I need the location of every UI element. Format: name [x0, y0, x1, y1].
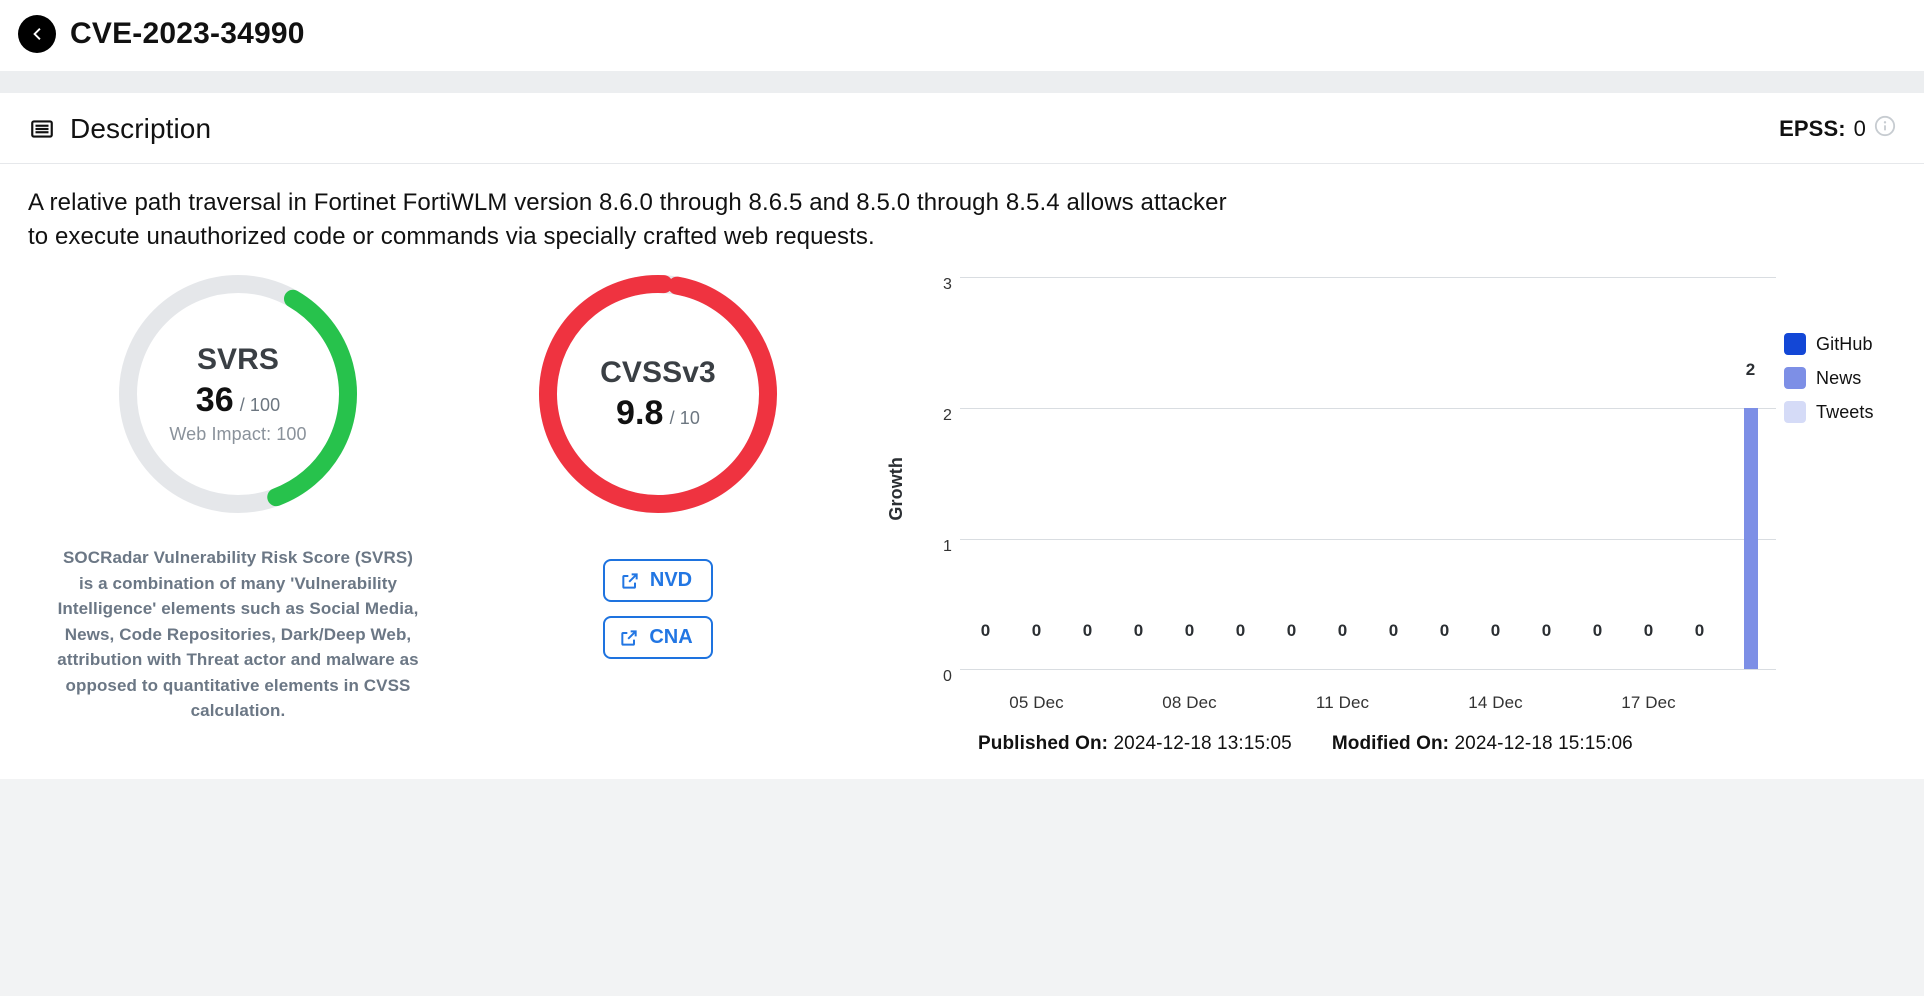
info-icon[interactable] [1874, 115, 1896, 143]
x-axis: 05 Dec08 Dec11 Dec14 Dec17 Dec [960, 669, 1776, 709]
published-label: Published On: [978, 733, 1108, 754]
svrs-gauge: SVRS 36 / 100 Web Impact: 100 [88, 269, 388, 519]
legend-swatch [1784, 367, 1806, 389]
svrs-title: SVRS [197, 343, 279, 377]
bar-value-label: 0 [1185, 621, 1195, 645]
bar-value-label: 0 [1644, 621, 1654, 645]
legend-item[interactable]: Tweets [1784, 401, 1896, 423]
bar-value-label: 0 [1440, 621, 1450, 645]
epss-indicator: EPSS: 0 [1779, 115, 1896, 143]
divider-strip [0, 71, 1924, 93]
svrs-sub: Web Impact: 100 [169, 424, 306, 445]
legend-swatch [1784, 333, 1806, 355]
legend-label: News [1816, 368, 1861, 389]
cvss-title: CVSSv3 [600, 356, 716, 390]
x-tick-label: 17 Dec [1621, 693, 1675, 713]
legend-label: GitHub [1816, 334, 1873, 355]
bar-value-label: 0 [1134, 621, 1144, 645]
list-icon [28, 115, 56, 143]
y-tick-label: 3 [943, 276, 952, 294]
legend-swatch [1784, 401, 1806, 423]
epss-value: 0 [1854, 116, 1866, 142]
published-value: 2024-12-18 13:15:05 [1113, 733, 1291, 754]
bar-value-label: 0 [981, 621, 991, 645]
bar[interactable] [1744, 408, 1758, 669]
y-tick-label: 0 [943, 668, 952, 686]
svrs-panel: SVRS 36 / 100 Web Impact: 100 SOCRadar V… [28, 269, 448, 724]
cvss-denom: / 10 [670, 408, 700, 429]
description-text: A relative path traversal in Fortinet Fo… [0, 164, 1260, 263]
arrow-left-icon [28, 25, 46, 43]
bar-value-label: 0 [1542, 621, 1552, 645]
x-tick-label: 08 Dec [1162, 693, 1216, 713]
cvss-score: 9.8 [616, 394, 664, 433]
modified-value: 2024-12-18 15:15:06 [1455, 733, 1633, 754]
svrs-denom: / 100 [240, 395, 281, 416]
cve-title: CVE-2023-34990 [70, 17, 305, 51]
bar-value-label: 0 [1338, 621, 1348, 645]
growth-chart: 0123000000000000000205 Dec08 Dec11 Dec14… [924, 269, 1776, 709]
bar-value-label: 0 [1695, 621, 1705, 645]
cna-link-label: CNA [649, 626, 692, 649]
cna-link-button[interactable]: CNA [603, 616, 713, 659]
x-tick-label: 14 Dec [1468, 693, 1522, 713]
chart-legend: GitHub News Tweets [1776, 269, 1896, 709]
bar-value-label: 2 [1746, 360, 1756, 384]
description-section: Description EPSS: 0 A relative path trav… [0, 93, 1924, 779]
section-header: Description EPSS: 0 [0, 93, 1924, 164]
chart-meta: Published On: 2024-12-18 13:15:05 Modifi… [868, 709, 1896, 755]
bar-value-label: 0 [1287, 621, 1297, 645]
x-tick-label: 05 Dec [1009, 693, 1063, 713]
svrs-note: SOCRadar Vulnerability Risk Score (SVRS)… [48, 537, 428, 724]
legend-item[interactable]: News [1784, 367, 1896, 389]
section-title: Description [70, 113, 211, 145]
svrs-score: 36 [196, 381, 234, 420]
back-button[interactable] [18, 15, 56, 53]
modified-label: Modified On: [1332, 733, 1449, 754]
bar-value-label: 0 [1389, 621, 1399, 645]
bar-value-label: 0 [1083, 621, 1093, 645]
epss-label: EPSS: [1779, 116, 1846, 142]
x-tick-label: 11 Dec [1316, 693, 1369, 713]
nvd-link-label: NVD [650, 569, 692, 592]
external-link-icon [619, 628, 639, 648]
bar-value-label: 0 [1593, 621, 1603, 645]
bar-value-label: 0 [1032, 621, 1042, 645]
plot-area: 0 0 0 0 0 0 0 0 0 0 0 0 0 0 0 2 [960, 277, 1776, 669]
legend-label: Tweets [1816, 402, 1874, 423]
bar-value-label: 0 [1236, 621, 1246, 645]
external-link-icon [620, 571, 640, 591]
growth-chart-panel: Growth 0123000000000000000205 Dec08 Dec1… [868, 269, 1896, 755]
cvss-panel: CVSSv3 9.8 / 10 NVD CNA [448, 269, 868, 659]
legend-item[interactable]: GitHub [1784, 333, 1896, 355]
cvss-gauge: CVSSv3 9.8 / 10 [508, 269, 808, 519]
chart-y-label: Growth [886, 457, 907, 521]
nvd-link-button[interactable]: NVD [603, 559, 713, 602]
topbar: CVE-2023-34990 [0, 0, 1924, 71]
bar-value-label: 0 [1491, 621, 1501, 645]
